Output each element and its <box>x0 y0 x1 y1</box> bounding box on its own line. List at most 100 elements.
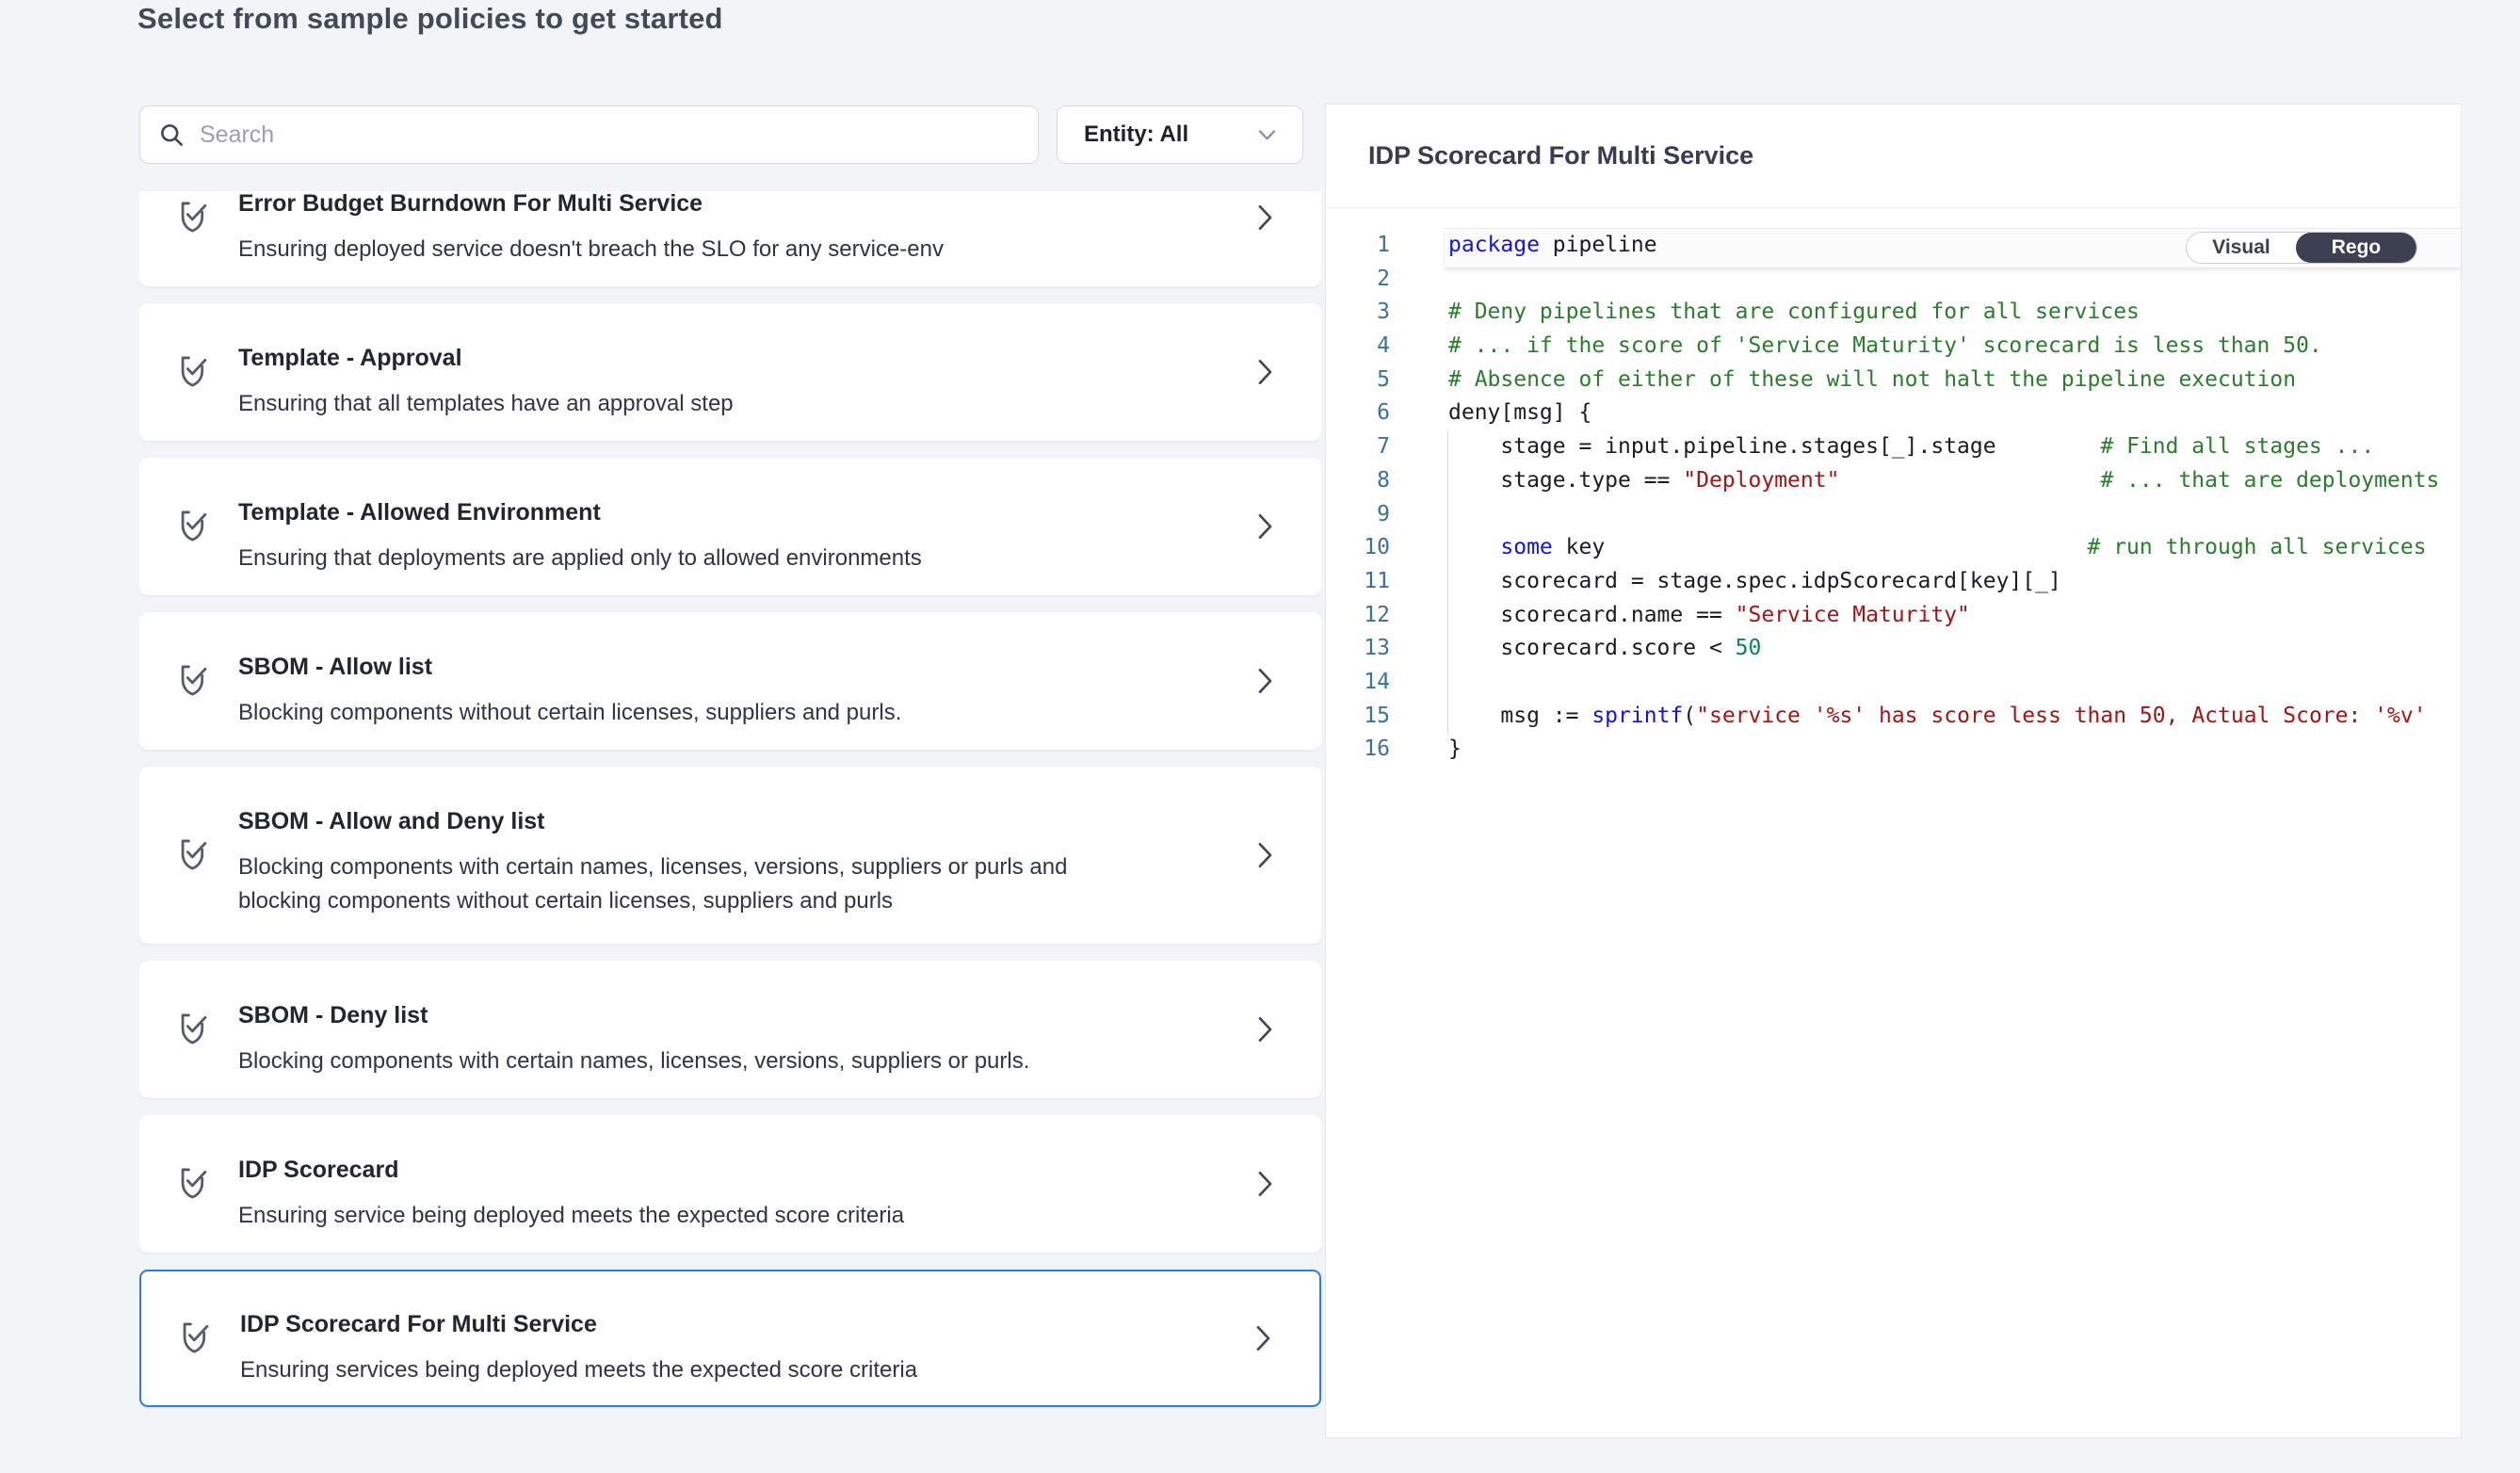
line-number: 9 <box>1326 498 1390 532</box>
chevron-right-icon <box>1258 1172 1272 1197</box>
line-number: 1 <box>1326 229 1390 263</box>
policy-description: Blocking components with certain names, … <box>238 850 1086 918</box>
chevron-right-icon <box>1258 360 1272 385</box>
line-number: 6 <box>1326 397 1390 430</box>
code-line: 12 scorecard.name == "Service Maturity" <box>1326 599 2461 633</box>
detail-panel: IDP Scorecard For Multi Service 1package… <box>1325 104 2462 1438</box>
policy-title: Template - Allowed Environment <box>238 499 1208 526</box>
policy-list[interactable]: Error Budget Burndown For Multi Service E… <box>139 191 1321 1441</box>
entity-filter-dropdown[interactable]: Entity: All <box>1057 105 1303 164</box>
policy-description: Ensuring that all templates have an appr… <box>238 387 1086 421</box>
code-line: 2 <box>1326 263 2461 297</box>
code-line: 11 scorecard = stage.spec.idpScorecard[k… <box>1326 565 2461 599</box>
policy-card[interactable]: Template - Allowed Environment Ensuring t… <box>139 458 1321 595</box>
code-line: 9 <box>1326 498 2461 532</box>
line-number: 10 <box>1326 531 1390 565</box>
code-text <box>1448 666 2461 700</box>
policy-description: Blocking components with certain names, … <box>238 1044 1086 1078</box>
policy-description: Ensuring deployed service doesn't breach… <box>238 233 1086 267</box>
line-number: 3 <box>1326 296 1390 330</box>
policy-card[interactable]: IDP Scorecard Ensuring service being depl… <box>139 1115 1321 1253</box>
code-line: 14 <box>1326 666 2461 700</box>
toggle-rego[interactable]: Rego <box>2296 233 2416 263</box>
search-input[interactable] <box>200 121 1019 149</box>
policy-description: Ensuring that deployments are applied on… <box>238 542 1086 575</box>
line-number: 15 <box>1326 700 1390 734</box>
policy-title: Error Budget Burndown For Multi Service <box>238 191 1208 218</box>
chevron-right-icon <box>1258 669 1272 694</box>
policy-card[interactable]: IDP Scorecard For Multi Service Ensuring … <box>139 1270 1321 1407</box>
chevron-right-icon <box>1258 514 1272 540</box>
search-icon <box>159 122 185 148</box>
code-line: 13 scorecard.score < 50 <box>1326 632 2461 666</box>
code-line: 3 # Deny pipelines that are configured fo… <box>1326 296 2461 330</box>
line-number: 16 <box>1326 733 1390 767</box>
code-text: some key # run through all services <box>1448 531 2461 565</box>
code-line: 4 # ... if the score of 'Service Maturity… <box>1326 330 2461 364</box>
line-number: 14 <box>1326 666 1390 700</box>
policy-title: SBOM - Deny list <box>238 1002 1208 1029</box>
code-text: } <box>1448 733 2461 767</box>
code-text <box>1448 498 2461 532</box>
shield-check-icon <box>179 1319 211 1357</box>
code-line: 5 # Absence of either of these will not h… <box>1326 364 2461 397</box>
policy-description: Blocking components without certain lice… <box>238 696 1086 730</box>
shield-check-icon <box>177 508 209 545</box>
code-text: stage.type == "Deployment" # ... that ar… <box>1448 464 2461 498</box>
code-lines: 1package pipeline23# Deny pipelines that… <box>1326 208 2461 767</box>
policy-description: Ensuring services being deployed meets t… <box>240 1353 1088 1387</box>
chevron-right-icon <box>1258 1017 1272 1043</box>
policy-card[interactable]: SBOM - Allow list Blocking components wit… <box>139 612 1321 750</box>
code-text: stage = input.pipeline.stages[_].stage #… <box>1448 430 2461 464</box>
policy-title: SBOM - Allow and Deny list <box>238 808 1208 835</box>
view-toggle: Visual Rego <box>2186 232 2417 264</box>
code-text <box>1448 263 2461 297</box>
code-text: scorecard.score < 50 <box>1448 632 2461 666</box>
code-line: 10 some key # run through all services <box>1326 531 2461 565</box>
shield-check-icon <box>177 836 209 874</box>
chevron-down-icon <box>1258 129 1276 141</box>
line-number: 7 <box>1326 430 1390 464</box>
chevron-right-icon <box>1258 205 1272 231</box>
code-line: 7 stage = input.pipeline.stages[_].stage… <box>1326 430 2461 464</box>
policy-card[interactable]: Error Budget Burndown For Multi Service E… <box>139 191 1321 286</box>
line-number: 4 <box>1326 330 1390 364</box>
code-text: # Absence of either of these will not ha… <box>1448 364 2461 397</box>
policy-card[interactable]: SBOM - Deny list Blocking components with… <box>139 961 1321 1098</box>
shield-check-icon <box>177 662 209 700</box>
line-number: 5 <box>1326 364 1390 397</box>
chevron-right-icon <box>1256 1326 1270 1352</box>
line-number: 13 <box>1326 632 1390 666</box>
toggle-visual[interactable]: Visual <box>2187 233 2296 263</box>
code-text: scorecard.name == "Service Maturity" <box>1448 599 2461 633</box>
detail-panel-header: IDP Scorecard For Multi Service <box>1326 105 2461 208</box>
code-editor[interactable]: 1package pipeline23# Deny pipelines that… <box>1326 208 2461 1437</box>
policy-title: Template - Approval <box>238 345 1208 372</box>
code-text: # ... if the score of 'Service Maturity'… <box>1448 330 2461 364</box>
chevron-right-icon <box>1258 843 1272 868</box>
code-line: 15 msg := sprintf("service '%s' has scor… <box>1326 700 2461 734</box>
policy-title: IDP Scorecard <box>238 1157 1208 1184</box>
code-line: 6deny[msg] { <box>1326 397 2461 430</box>
entity-filter-label: Entity: All <box>1084 121 1258 148</box>
shield-check-icon <box>177 1011 209 1048</box>
shield-check-icon <box>177 1165 209 1203</box>
shield-check-icon <box>177 353 209 391</box>
policy-title: IDP Scorecard For Multi Service <box>240 1311 1206 1338</box>
policy-card[interactable]: SBOM - Allow and Deny list Blocking compo… <box>139 767 1321 944</box>
code-text: # Deny pipelines that are configured for… <box>1448 296 2461 330</box>
line-number: 2 <box>1326 263 1390 297</box>
policy-title: SBOM - Allow list <box>238 654 1208 681</box>
policy-description: Ensuring service being deployed meets th… <box>238 1199 1086 1233</box>
code-line: 8 stage.type == "Deployment" # ... that … <box>1326 464 2461 498</box>
code-line: 16} <box>1326 733 2461 767</box>
policy-card[interactable]: Template - Approval Ensuring that all tem… <box>139 303 1321 441</box>
search-box[interactable] <box>139 105 1039 164</box>
code-text: msg := sprintf("service '%s' has score l… <box>1448 700 2461 734</box>
code-text: scorecard = stage.spec.idpScorecard[key]… <box>1448 565 2461 599</box>
line-number: 8 <box>1326 464 1390 498</box>
line-number: 12 <box>1326 599 1390 633</box>
panel-title: IDP Scorecard For Multi Service <box>1368 141 1753 170</box>
line-number: 11 <box>1326 565 1390 599</box>
page-title: Select from sample policies to get start… <box>137 2 723 36</box>
